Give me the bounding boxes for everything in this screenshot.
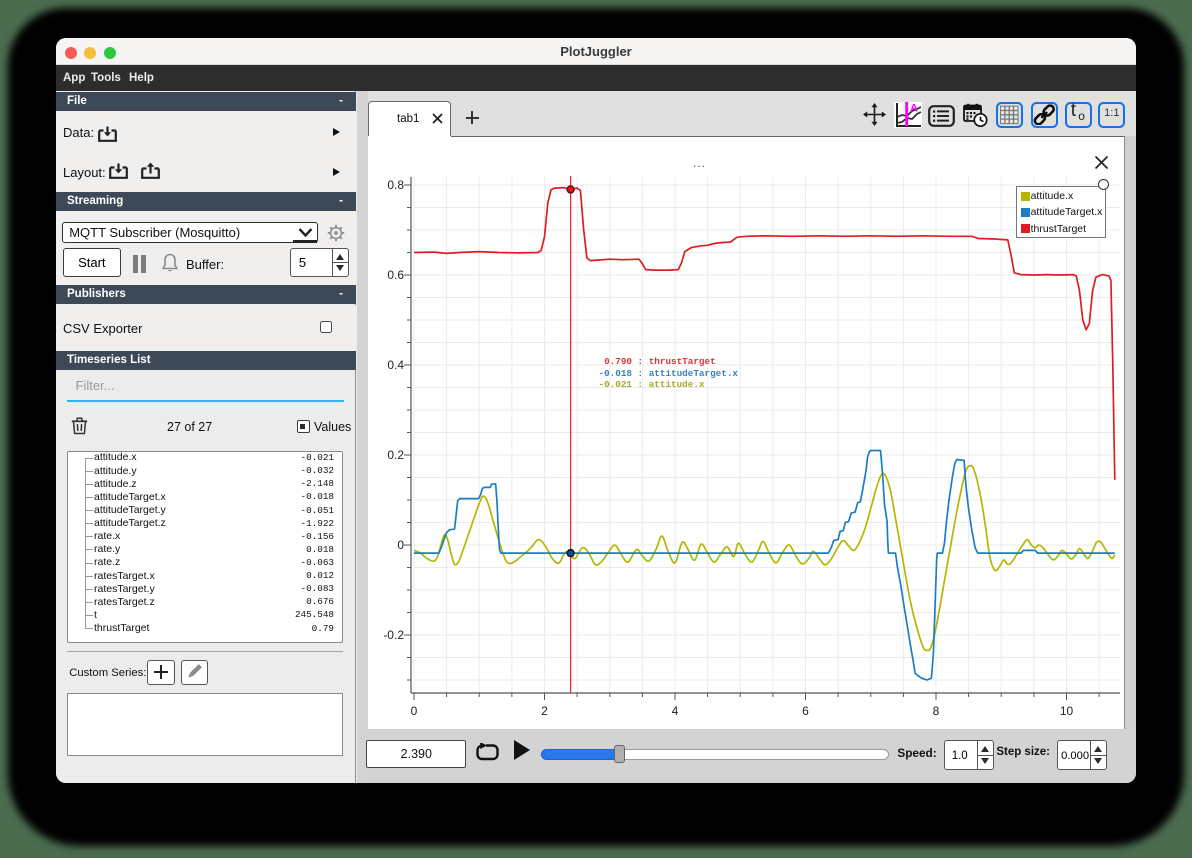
svg-text:A: A (910, 103, 918, 115)
